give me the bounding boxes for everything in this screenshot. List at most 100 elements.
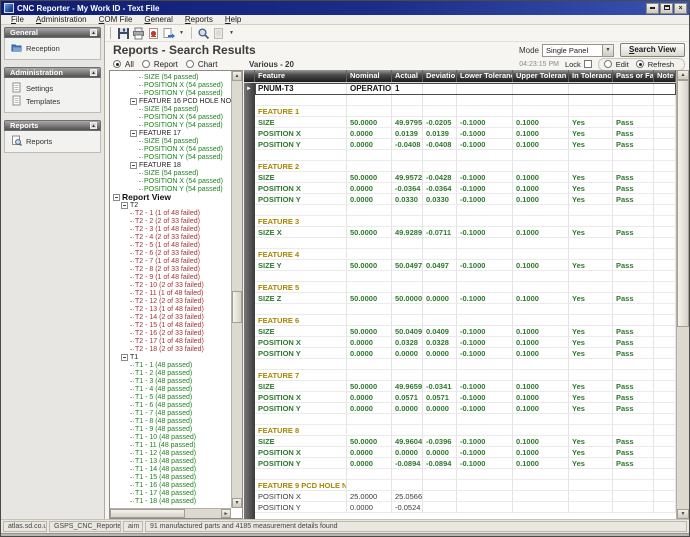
column-header-pass-or-fa[interactable]: Pass or Fa (613, 70, 654, 82)
table-row-plain[interactable]: POSITION Y0.0000-0.0524 (255, 502, 676, 513)
print-icon[interactable] (131, 26, 146, 41)
table-vscroll-thumb[interactable] (677, 80, 689, 327)
export-file-icon[interactable] (161, 26, 176, 41)
table-vertical-scrollbar[interactable]: ▲ ▼ (676, 70, 689, 519)
tree-expander-icon[interactable] (121, 354, 128, 361)
table-row-blank[interactable] (255, 359, 676, 370)
table-row-section[interactable]: FEATURE 4 (255, 249, 676, 260)
tree-item[interactable]: T1 - 6 (48 passed) (112, 401, 242, 409)
tree-item[interactable]: T1 - 15 (48 passed) (112, 473, 242, 481)
tree-item[interactable]: T2 - 17 (1 of 48 failed) (112, 337, 242, 345)
tree-item[interactable]: T2 - 16 (2 of 33 failed) (112, 329, 242, 337)
menu-item-general[interactable]: General (138, 15, 178, 25)
collapse-icon[interactable]: ▴ (90, 69, 97, 76)
chevron-down-icon[interactable]: ▼ (602, 45, 613, 56)
table-row-data[interactable]: POSITION Y0.00000.00000.0000-0.10000.100… (255, 403, 676, 414)
dropdown-icon[interactable]: ▼ (226, 30, 237, 36)
tree-item[interactable]: SIZE (54 passed) (112, 73, 242, 81)
table-row-data[interactable]: POSITION X0.00000.00000.0000-0.10000.100… (255, 447, 676, 458)
table-row-blank[interactable] (255, 469, 676, 480)
sidebar-item-reception[interactable]: Reception (8, 42, 97, 55)
table-row-data[interactable]: SIZE50.000049.9659-0.0341-0.10000.1000Ye… (255, 381, 676, 392)
tree-item[interactable]: T1 - 14 (48 passed) (112, 465, 242, 473)
toolbar-grip[interactable] (108, 27, 111, 39)
table-row-data[interactable]: SIZE50.000049.9572-0.0428-0.10000.1000Ye… (255, 172, 676, 183)
tree-item[interactable]: T1 - 3 (48 passed) (112, 377, 242, 385)
tree-item[interactable]: T1 - 18 (48 passed) (112, 497, 242, 505)
tree-item[interactable]: POSITION X (54 passed) (112, 177, 242, 185)
tree-item[interactable]: FEATURE 18 (112, 161, 242, 169)
tree-item[interactable]: SIZE (54 passed) (112, 105, 242, 113)
tree-item[interactable]: FEATURE 16 PCD HOLE NO 4 (112, 97, 242, 105)
tree-expander-icon[interactable] (130, 162, 137, 169)
table-row-section[interactable]: FEATURE 5 (255, 282, 676, 293)
tree-item[interactable]: T2 - 10 (2 of 33 failed) (112, 281, 242, 289)
radio-refresh[interactable] (636, 60, 644, 68)
table-row-blank[interactable] (255, 150, 676, 161)
tree-item[interactable]: T1 - 2 (48 passed) (112, 369, 242, 377)
table-row-data[interactable]: POSITION X0.00000.05710.0571-0.10000.100… (255, 392, 676, 403)
tree-item[interactable]: T1 - 8 (48 passed) (112, 417, 242, 425)
table-row-data[interactable]: SIZE Y50.000050.04970.0497-0.10000.1000Y… (255, 260, 676, 271)
tree-item[interactable]: T1 - 16 (48 passed) (112, 481, 242, 489)
tree-item[interactable]: SIZE (54 passed) (112, 137, 242, 145)
tree-item[interactable]: POSITION Y (54 passed) (112, 185, 242, 193)
menu-item-reports[interactable]: Reports (179, 15, 219, 25)
table-row-blank[interactable] (255, 414, 676, 425)
tree-item[interactable]: SIZE (54 passed) (112, 169, 242, 177)
table-row-data[interactable]: POSITION X0.00000.01390.0139-0.10000.100… (255, 128, 676, 139)
scroll-down-icon[interactable]: ▼ (677, 509, 689, 519)
table-row-section[interactable]: FEATURE 1 (255, 106, 676, 117)
scroll-up-icon[interactable]: ▲ (232, 71, 242, 81)
tree-item[interactable]: T1 (112, 353, 242, 361)
mode-select[interactable]: Single Panel ▼ (542, 44, 614, 57)
column-header-note[interactable]: Note (654, 70, 676, 82)
sidebar-item-settings[interactable]: Settings (8, 82, 97, 95)
table-row-plain[interactable]: POSITION X25.000025.0566 (255, 491, 676, 502)
sidebar-header-general[interactable]: General▴ (4, 27, 101, 38)
sidebar-header-reports[interactable]: Reports▴ (4, 120, 101, 131)
column-header-actual[interactable]: Actual (392, 70, 423, 82)
tree-item[interactable]: T2 - 8 (2 of 33 failed) (112, 265, 242, 273)
radio-chart[interactable] (186, 60, 194, 68)
table-row-section[interactable]: FEATURE 8 (255, 425, 676, 436)
table-row-blank[interactable] (255, 95, 676, 106)
sidebar-item-templates[interactable]: Templates (8, 95, 97, 108)
table-row-data[interactable]: POSITION X0.0000-0.0364-0.0364-0.10000.1… (255, 183, 676, 194)
table-row-blank[interactable] (255, 271, 676, 282)
tree-expander-icon[interactable] (121, 202, 128, 209)
table-row-record[interactable]: PNUM-T3OPERATIO1 (255, 83, 676, 95)
tree-item[interactable]: T1 - 11 (48 passed) (112, 441, 242, 449)
table-row-blank[interactable] (255, 205, 676, 216)
table-row-data[interactable]: POSITION Y0.00000.00000.0000-0.10000.100… (255, 348, 676, 359)
menu-item-help[interactable]: Help (219, 15, 247, 25)
menu-item-com-file[interactable]: COM File (93, 15, 139, 25)
column-header-lower-toleranc[interactable]: Lower Toleranc (457, 70, 513, 82)
maximize-button[interactable] (660, 3, 673, 14)
tree-expander-icon[interactable] (113, 194, 120, 201)
table-row-data[interactable]: POSITION Y0.0000-0.0408-0.0408-0.10000.1… (255, 139, 676, 150)
export-pdf-icon[interactable] (146, 26, 161, 41)
tree-item[interactable]: Report View (112, 193, 242, 201)
tree-item[interactable]: POSITION Y (54 passed) (112, 153, 242, 161)
save-icon[interactable] (116, 26, 131, 41)
table-row-data[interactable]: POSITION Y0.00000.03300.0330-0.10000.100… (255, 194, 676, 205)
table-row-blank[interactable] (255, 304, 676, 315)
table-row-data[interactable]: SIZE50.000049.9795-0.0205-0.10000.1000Ye… (255, 117, 676, 128)
column-header-feature[interactable]: Feature (255, 70, 347, 82)
tree-item[interactable]: POSITION Y (54 passed) (112, 89, 242, 97)
tree-item[interactable]: T2 (112, 201, 242, 209)
minimize-button[interactable] (646, 3, 659, 14)
tree-item[interactable]: T2 - 2 (2 of 33 failed) (112, 217, 242, 225)
close-button[interactable]: × (674, 3, 687, 14)
tree-item[interactable]: T2 - 6 (2 of 33 failed) (112, 249, 242, 257)
tree-item[interactable]: T1 - 12 (48 passed) (112, 449, 242, 457)
search-view-button[interactable]: Search View (620, 43, 685, 57)
tree-item[interactable]: T2 - 18 (2 of 33 failed) (112, 345, 242, 353)
table-row-data[interactable]: POSITION Y0.0000-0.0894-0.0894-0.10000.1… (255, 458, 676, 469)
tree-item[interactable]: T2 - 7 (1 of 48 failed) (112, 257, 242, 265)
tree-vertical-scrollbar[interactable]: ▲ ▼ (231, 71, 242, 508)
scroll-up-icon[interactable]: ▲ (677, 70, 689, 80)
tree-item[interactable]: T2 - 15 (1 of 48 failed) (112, 321, 242, 329)
table-row-section[interactable]: FEATURE 3 (255, 216, 676, 227)
